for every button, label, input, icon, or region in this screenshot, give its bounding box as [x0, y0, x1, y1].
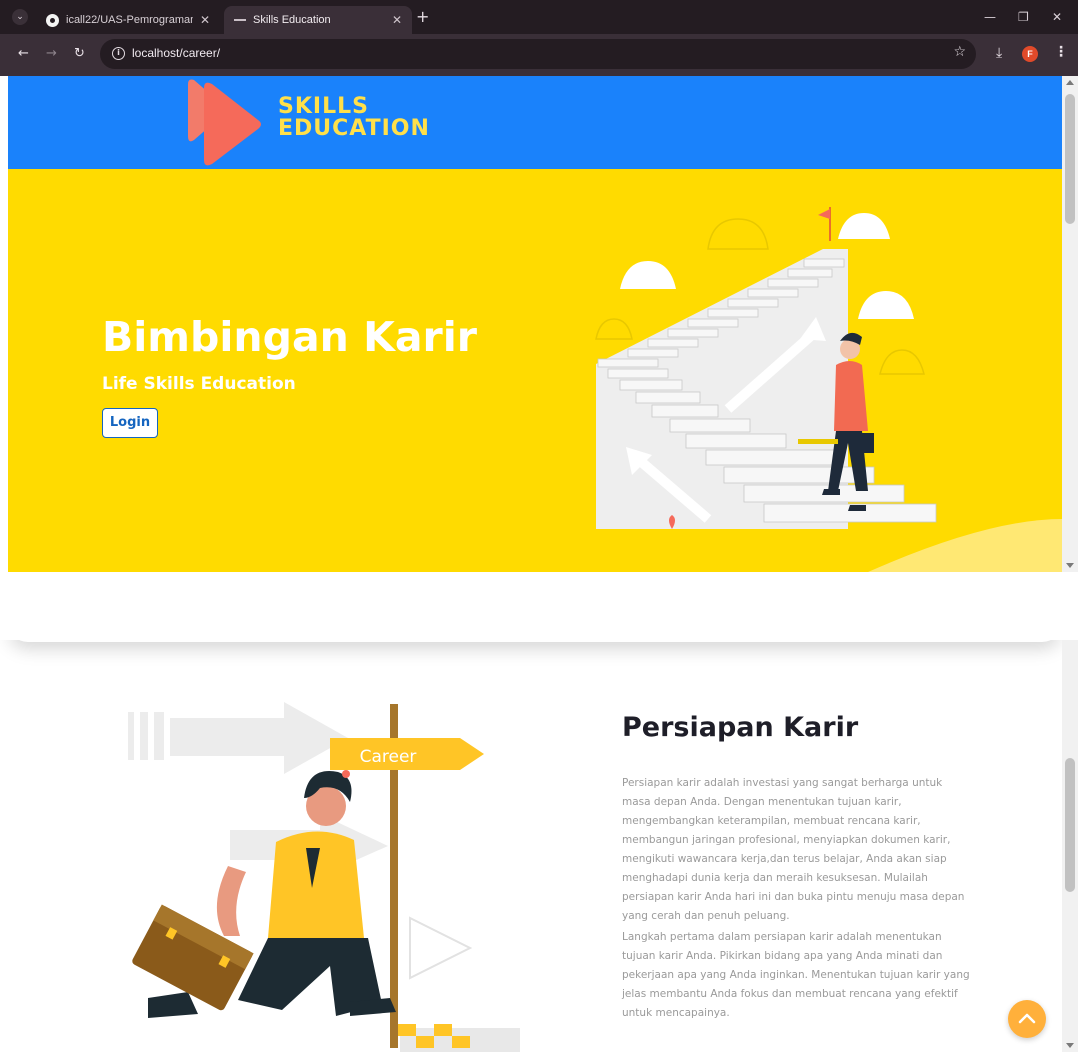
info-icon[interactable]: i [112, 47, 125, 60]
browser-window: ⌄ icall22/UAS-Pemrograman-Wel ✕ Skills E… [0, 0, 1078, 572]
section-title: Persiapan Karir [622, 712, 859, 743]
profile-avatar[interactable]: F [1022, 46, 1038, 62]
scroll-down-arrow[interactable] [1066, 1043, 1074, 1048]
chevron-up-icon [1018, 1013, 1036, 1024]
scroll-up-arrow[interactable] [1066, 80, 1074, 85]
page-career-section-view: Career Persiapan Karir Persiapan karir a… [0, 640, 1078, 1052]
login-button[interactable]: Login [102, 408, 158, 438]
scrollbar-thumb[interactable] [1065, 94, 1075, 224]
tab-title: Skills Education [253, 14, 331, 26]
restore-icon[interactable]: ❐ [1018, 10, 1029, 24]
kebab-icon[interactable]: ⋮ [1054, 44, 1068, 60]
tab-skills-education[interactable]: Skills Education ✕ [224, 6, 412, 34]
paragraph-1: Persiapan karir adalah investasi yang sa… [622, 777, 965, 922]
paragraph-2: Langkah pertama dalam persiapan karir ad… [622, 931, 970, 1019]
scrollbar[interactable] [1062, 76, 1078, 572]
window-close-icon[interactable]: ✕ [1052, 10, 1062, 24]
hero-subtitle: Life Skills Education [102, 374, 296, 394]
close-icon[interactable]: ✕ [200, 13, 210, 27]
scrollbar-thumb[interactable] [1065, 758, 1075, 892]
brand-line-1: SKILLS [278, 94, 369, 119]
github-icon [46, 13, 59, 27]
screenshot-root: ⌄ icall22/UAS-Pemrograman-Wel ✕ Skills E… [0, 0, 1078, 1052]
tab-menu-icon[interactable]: ⌄ [12, 9, 28, 25]
hero-title: Bimbingan Karir [102, 313, 478, 361]
career-signpost-illustration: Career [128, 702, 520, 1052]
scroll-down-arrow[interactable] [1066, 563, 1074, 568]
page-hero-view: SKILLS EDUCATION Bimbingan Karir Life Sk… [8, 76, 1062, 572]
logo-icon [188, 79, 261, 166]
tab-title: icall22/UAS-Pemrograman-Wel [66, 14, 193, 26]
scrollbar[interactable] [1062, 640, 1078, 1052]
download-icon[interactable]: ⤓ [996, 45, 1002, 61]
url-text[interactable]: localhost/career/ [132, 46, 220, 60]
back-to-top-button[interactable] [1008, 1000, 1046, 1038]
reload-icon[interactable]: ↻ [74, 46, 85, 61]
forward-arrow-icon[interactable]: → [46, 46, 57, 61]
brand-header: SKILLS EDUCATION [8, 76, 1062, 169]
brand-name[interactable]: SKILLS EDUCATION [278, 96, 430, 140]
address-bar[interactable]: i localhost/career/ ☆ [100, 39, 976, 69]
tab-bar: ⌄ icall22/UAS-Pemrograman-Wel ✕ Skills E… [0, 0, 1078, 34]
star-icon[interactable]: ☆ [953, 44, 966, 60]
back-arrow-icon[interactable]: ← [18, 46, 29, 61]
hero-section: Bimbingan Karir Life Skills Education Lo… [8, 169, 1062, 572]
scrolled-header-shadow [8, 640, 1062, 642]
minimize-icon[interactable]: — [984, 10, 996, 24]
loading-icon [234, 19, 246, 21]
plus-icon[interactable]: + [416, 9, 429, 25]
browser-toolbar: ← → ↻ i localhost/career/ ☆ ⤓ F ⋮ [0, 34, 1078, 76]
tab-github[interactable]: icall22/UAS-Pemrograman-Wel ✕ [36, 6, 220, 34]
staircase-illustration [595, 207, 1062, 572]
signpost-label: Career [360, 747, 417, 767]
close-icon[interactable]: ✕ [392, 13, 402, 27]
brand-line-2: EDUCATION [278, 116, 430, 141]
